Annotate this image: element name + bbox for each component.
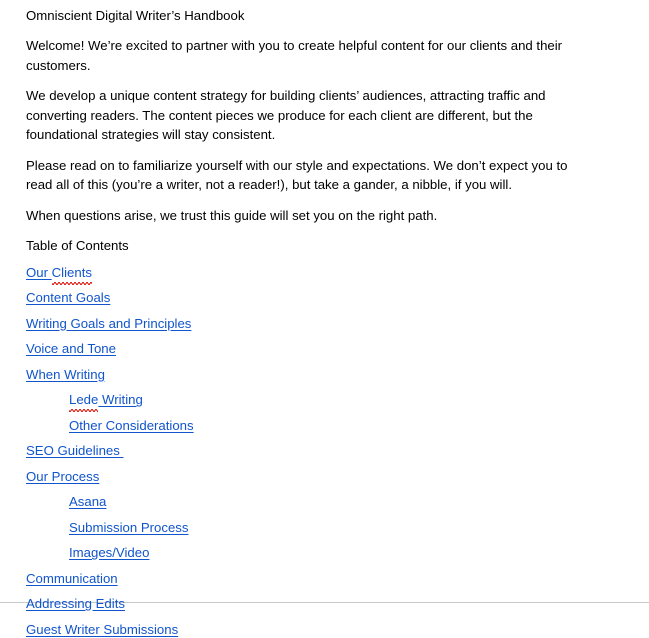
toc-link[interactable]: Lede Writing [69, 392, 143, 412]
toc-item: Content Goals [26, 289, 571, 306]
toc-link[interactable]: Voice and Tone [26, 341, 116, 356]
toc-link[interactable]: Content Goals [26, 290, 110, 305]
toc-link[interactable]: When Writing [26, 367, 105, 382]
toc-item: Writing Goals and Principles [26, 315, 571, 332]
toc-link[interactable]: Writing Goals and Principles [26, 316, 191, 331]
toc-item: Guest Writer Submissions [26, 621, 571, 638]
toc-item: Our Clients [26, 264, 571, 285]
toc-link[interactable]: Our Process [26, 469, 99, 484]
document-title: Omniscient Digital Writer’s Handbook [26, 8, 245, 23]
spellcheck-underline: Clients [51, 264, 93, 285]
document-page: Omniscient Digital Writer’s Handbook Wel… [0, 0, 649, 637]
intro-paragraph-4: When questions arise, we trust this guid… [26, 207, 438, 223]
toc-link[interactable]: Asana [69, 494, 106, 509]
table-of-contents-heading: Table of Contents [26, 238, 129, 253]
toc-link[interactable]: SEO Guidelines [26, 443, 124, 458]
toc-item: Our Process [26, 468, 571, 485]
toc-link[interactable]: Other Considerations [69, 418, 194, 433]
toc-link[interactable]: Our Clients [26, 264, 93, 285]
toc-link-text: Writing [98, 392, 143, 407]
toc-item: Communication [26, 570, 571, 587]
table-of-contents-list: Our Clients Content Goals Writing Goals an… [26, 264, 571, 638]
toc-item: Lede Writing [26, 391, 571, 412]
toc-item: When Writing [26, 366, 571, 383]
intro-paragraph-1: Welcome! We’re excited to partner with y… [26, 38, 563, 73]
toc-link[interactable]: Images/Video [69, 545, 149, 560]
toc-item: Other Considerations [26, 417, 571, 434]
spellcheck-underline: Lede [69, 392, 99, 412]
document-body: Omniscient Digital Writer’s Handbook Wel… [0, 0, 597, 638]
toc-link[interactable]: Communication [26, 571, 118, 586]
toc-link-text: Our [26, 264, 52, 280]
toc-item: Submission Process [26, 519, 571, 536]
toc-item: Images/Video [26, 544, 571, 561]
toc-link[interactable]: Guest Writer Submissions [26, 622, 178, 637]
intro-paragraph-3: Please read on to familiarize yourself w… [26, 157, 568, 193]
toc-item: Asana [26, 493, 571, 510]
toc-item: Voice and Tone [26, 340, 571, 357]
toc-item: SEO Guidelines [26, 442, 571, 459]
toc-link[interactable]: Addressing Edits [26, 596, 125, 611]
toc-link[interactable]: Submission Process [69, 520, 188, 535]
intro-paragraph-2: We develop a unique content strategy for… [26, 88, 546, 142]
toc-item: Addressing Edits [26, 595, 571, 612]
